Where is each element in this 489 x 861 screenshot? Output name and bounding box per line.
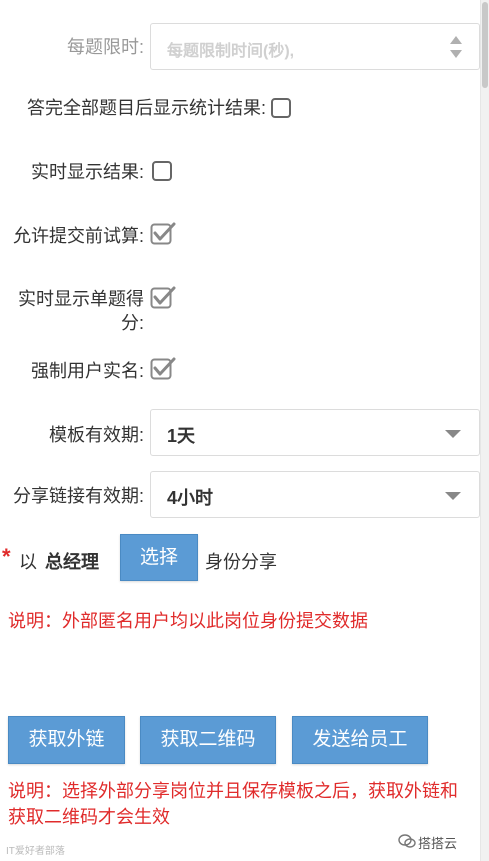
- scrollbar[interactable]: [480, 0, 489, 861]
- identity-prefix: 以: [19, 552, 37, 572]
- show-stats-after-all-label: 答完全部题目后显示统计结果:: [27, 98, 266, 118]
- force-real-name-label: 强制用户实名:: [30, 361, 144, 381]
- realtime-single-score-checkbox-checked-icon[interactable]: [150, 285, 176, 309]
- realtime-result-checkbox[interactable]: [152, 161, 172, 181]
- get-external-link-button[interactable]: 获取外链: [8, 716, 125, 764]
- time-limit-label: 每题限时:: [66, 37, 144, 57]
- show-stats-after-all-checkbox[interactable]: [271, 98, 291, 118]
- required-asterisk: *: [2, 544, 11, 569]
- allow-trial-calc-checkbox-checked-icon[interactable]: [150, 221, 176, 245]
- wechat-logo-icon: [398, 834, 416, 848]
- time-limit-placeholder: 每题限制时间(秒),: [167, 43, 295, 60]
- force-real-name-checkbox-checked-icon[interactable]: [150, 356, 176, 380]
- realtime-single-score-label: 实时显示单题得分:: [18, 289, 144, 333]
- scrollbar-thumb[interactable]: [482, 2, 488, 88]
- share-link-validity-value: 4小时: [167, 488, 214, 508]
- template-validity-select[interactable]: 1天: [150, 409, 480, 456]
- chevron-down-icon: [445, 430, 461, 438]
- identity-role: 总经理: [45, 552, 99, 572]
- note-save-template: 说明：选择外部分享岗位并且保存模板之后，获取外链和获取二维码才会生效: [8, 781, 458, 827]
- note-anonymous-submit: 说明：外部匿名用户均以此岗位身份提交数据: [8, 611, 368, 631]
- time-limit-input[interactable]: 每题限制时间(秒),: [150, 23, 480, 70]
- identity-suffix: 身份分享: [205, 552, 277, 572]
- realtime-result-label: 实时显示结果:: [30, 162, 144, 182]
- spinner-arrows-icon[interactable]: [449, 34, 463, 60]
- watermark-right: 搭搭云: [418, 836, 458, 851]
- template-validity-label: 模板有效期:: [48, 425, 144, 445]
- chevron-down-icon: [445, 492, 461, 500]
- send-to-staff-button[interactable]: 发送给员工: [292, 716, 428, 764]
- template-validity-value: 1天: [167, 426, 196, 446]
- allow-trial-calc-label: 允许提交前试算:: [12, 226, 144, 246]
- share-link-validity-label: 分享链接有效期:: [12, 486, 144, 506]
- watermark-left: IT爱好者部落: [6, 846, 65, 857]
- share-link-validity-select[interactable]: 4小时: [150, 471, 480, 518]
- get-qrcode-button[interactable]: 获取二维码: [140, 716, 276, 764]
- select-role-button[interactable]: 选择: [120, 534, 198, 581]
